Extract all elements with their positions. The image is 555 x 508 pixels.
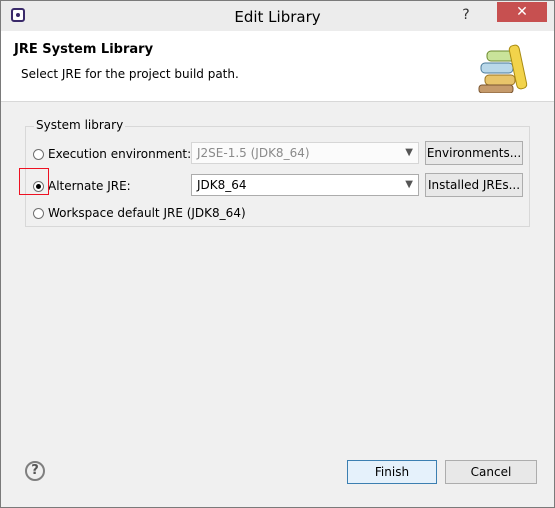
alternate-jre-label: Alternate JRE: [48, 179, 131, 193]
execution-environment-select: J2SE-1.5 (JDK8_64) ▼ [191, 142, 419, 164]
execution-environment-radio[interactable] [33, 148, 44, 160]
title-help-button[interactable]: ? [455, 5, 477, 25]
header-banner: JRE System Library Select JRE for the pr… [1, 31, 554, 102]
banner-title: JRE System Library [14, 42, 154, 57]
environments-button[interactable]: Environments... [425, 141, 523, 165]
banner-description: Select JRE for the project build path. [21, 67, 239, 81]
alternate-jre-value: JDK8_64 [197, 178, 247, 192]
highlight-box [19, 168, 49, 195]
workspace-default-jre-option[interactable]: Workspace default JRE (JDK8_64) [33, 206, 246, 220]
edit-library-dialog: Edit Library ? ✕ JRE System Library Sele… [0, 0, 555, 508]
workspace-default-jre-label: Workspace default JRE (JDK8_64) [48, 206, 246, 220]
system-library-group-label: System library [34, 118, 126, 132]
finish-button[interactable]: Finish [347, 460, 437, 484]
chevron-down-icon: ▼ [405, 147, 413, 158]
title-bar: Edit Library ? ✕ [1, 1, 554, 31]
library-books-icon [478, 44, 528, 93]
help-icon[interactable]: ? [25, 461, 45, 481]
execution-environment-label: Execution environment: [48, 147, 192, 161]
chevron-down-icon: ▼ [405, 179, 413, 190]
cancel-button[interactable]: Cancel [445, 460, 537, 484]
installed-jres-button[interactable]: Installed JREs... [425, 173, 523, 197]
execution-environment-value: J2SE-1.5 (JDK8_64) [197, 146, 310, 160]
close-button[interactable]: ✕ [497, 2, 547, 22]
workspace-default-jre-radio[interactable] [33, 207, 44, 219]
alternate-jre-select[interactable]: JDK8_64 ▼ [191, 174, 419, 196]
execution-environment-option[interactable]: Execution environment: [33, 147, 191, 161]
